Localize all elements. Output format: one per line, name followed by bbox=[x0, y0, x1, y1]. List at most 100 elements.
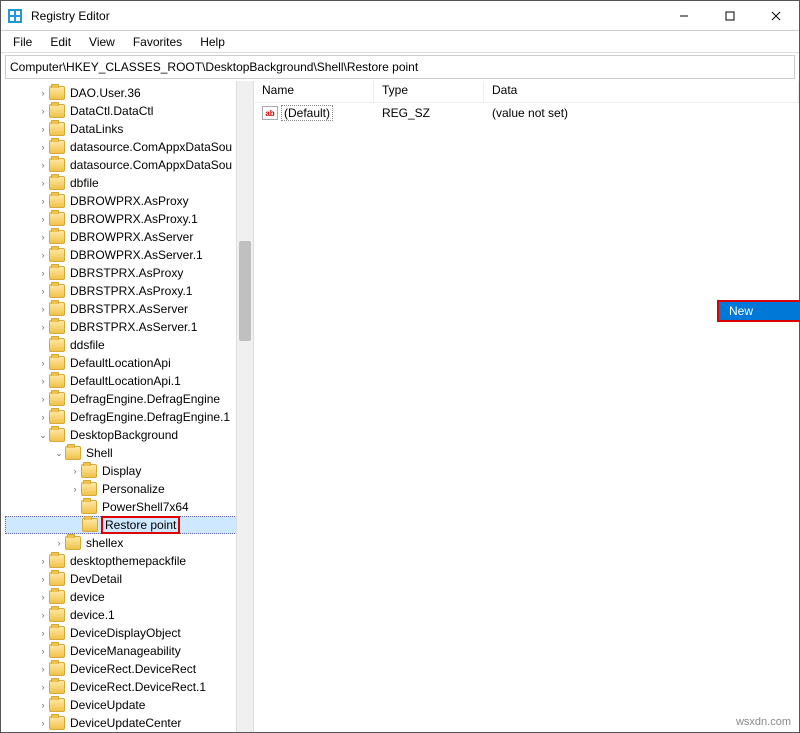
folder-icon bbox=[49, 644, 65, 658]
tree-item[interactable]: ›DeviceDisplayObject bbox=[5, 624, 253, 642]
expand-chevron-icon[interactable]: › bbox=[37, 412, 49, 422]
menu-favorites[interactable]: Favorites bbox=[125, 33, 190, 51]
tree-item-label: device.1 bbox=[68, 608, 117, 622]
tree-item-label: DBROWPRX.AsServer.1 bbox=[68, 248, 205, 262]
menu-file[interactable]: File bbox=[5, 33, 40, 51]
expand-chevron-icon[interactable]: › bbox=[37, 268, 49, 278]
tree-item[interactable]: ›datasource.ComAppxDataSou bbox=[5, 156, 253, 174]
tree-item-label: Display bbox=[100, 464, 143, 478]
expand-chevron-icon[interactable]: › bbox=[69, 484, 81, 494]
expand-chevron-icon[interactable]: › bbox=[53, 538, 65, 548]
expand-chevron-icon[interactable]: ⌄ bbox=[53, 448, 65, 459]
tree-item[interactable]: ›shellex bbox=[5, 534, 253, 552]
expand-chevron-icon[interactable]: › bbox=[37, 628, 49, 638]
expand-chevron-icon[interactable]: › bbox=[37, 610, 49, 620]
tree-item[interactable]: ›DeviceRect.DeviceRect.1 bbox=[5, 678, 253, 696]
tree-item[interactable]: ⌄DesktopBackground bbox=[5, 426, 253, 444]
folder-icon bbox=[49, 680, 65, 694]
expand-chevron-icon[interactable]: › bbox=[37, 394, 49, 404]
expand-chevron-icon[interactable]: › bbox=[37, 286, 49, 296]
expand-chevron-icon[interactable]: › bbox=[37, 646, 49, 656]
tree-item[interactable]: ›Personalize bbox=[5, 480, 253, 498]
tree-item[interactable]: PowerShell7x64 bbox=[5, 498, 253, 516]
tree-item[interactable]: ›DefragEngine.DefragEngine bbox=[5, 390, 253, 408]
tree-item[interactable]: ›datasource.ComAppxDataSou bbox=[5, 138, 253, 156]
tree-item[interactable]: › device.1 bbox=[5, 606, 253, 624]
expand-chevron-icon[interactable]: › bbox=[37, 214, 49, 224]
tree-item[interactable]: › DBROWPRX.AsServer.1 bbox=[5, 246, 253, 264]
tree-item[interactable]: ›DBROWPRX.AsServer bbox=[5, 228, 253, 246]
tree-item[interactable]: › DeviceUpdateCenter bbox=[5, 714, 253, 732]
expand-chevron-icon[interactable]: › bbox=[37, 232, 49, 242]
context-item-new[interactable]: New ▶ bbox=[717, 300, 800, 322]
folder-icon bbox=[49, 428, 65, 442]
tree-item-label: DBRSTPRX.AsProxy bbox=[68, 266, 185, 280]
tree-item[interactable]: Restore point bbox=[5, 516, 253, 534]
app-icon bbox=[1, 8, 29, 24]
expand-chevron-icon[interactable]: › bbox=[37, 178, 49, 188]
tree-item-label: DefaultLocationApi bbox=[68, 356, 173, 370]
address-bar[interactable]: Computer\HKEY_CLASSES_ROOT\DesktopBackgr… bbox=[5, 55, 795, 79]
tree-item[interactable]: › DefaultLocationApi bbox=[5, 354, 253, 372]
folder-icon bbox=[81, 482, 97, 496]
expand-chevron-icon[interactable]: › bbox=[37, 682, 49, 692]
expand-chevron-icon[interactable]: › bbox=[37, 88, 49, 98]
column-name[interactable]: Name bbox=[254, 81, 374, 102]
expand-chevron-icon[interactable]: › bbox=[37, 304, 49, 314]
tree-item[interactable]: ›DBRSTPRX.AsServer bbox=[5, 300, 253, 318]
tree-item[interactable]: ›DevDetail bbox=[5, 570, 253, 588]
menu-help[interactable]: Help bbox=[192, 33, 233, 51]
tree-item[interactable]: ›DataCtl.DataCtl bbox=[5, 102, 253, 120]
expand-chevron-icon[interactable]: › bbox=[37, 322, 49, 332]
expand-chevron-icon[interactable]: ⌄ bbox=[37, 430, 49, 441]
tree-item[interactable]: ›device bbox=[5, 588, 253, 606]
registry-tree[interactable]: ›DAO.User.36›DataCtl.DataCtl›DataLinks›d… bbox=[1, 81, 253, 732]
tree-item[interactable]: › DefaultLocationApi.1 bbox=[5, 372, 253, 390]
scrollbar-thumb[interactable] bbox=[239, 241, 251, 341]
folder-icon bbox=[49, 320, 65, 334]
list-row[interactable]: ab (Default) REG_SZ (value not set) bbox=[254, 103, 799, 123]
close-button[interactable] bbox=[753, 1, 799, 31]
tree-item[interactable]: ›DeviceUpdate bbox=[5, 696, 253, 714]
maximize-button[interactable] bbox=[707, 1, 753, 31]
tree-item[interactable]: ›DefragEngine.DefragEngine.1 bbox=[5, 408, 253, 426]
tree-item[interactable]: ›DeviceRect.DeviceRect bbox=[5, 660, 253, 678]
expand-chevron-icon[interactable]: › bbox=[37, 376, 49, 386]
tree-item[interactable]: › Display bbox=[5, 462, 253, 480]
tree-item[interactable]: ›DBROWPRX.AsProxy.1 bbox=[5, 210, 253, 228]
expand-chevron-icon[interactable]: › bbox=[37, 106, 49, 116]
menu-view[interactable]: View bbox=[81, 33, 123, 51]
tree-item[interactable]: ›DAO.User.36 bbox=[5, 84, 253, 102]
expand-chevron-icon[interactable]: › bbox=[69, 466, 81, 476]
tree-item[interactable]: ›desktopthemepackfile bbox=[5, 552, 253, 570]
expand-chevron-icon[interactable]: › bbox=[37, 592, 49, 602]
expand-chevron-icon[interactable]: › bbox=[37, 124, 49, 134]
column-type[interactable]: Type bbox=[374, 81, 484, 102]
minimize-button[interactable] bbox=[661, 1, 707, 31]
tree-item-label: DeviceUpdateCenter bbox=[68, 716, 183, 730]
expand-chevron-icon[interactable]: › bbox=[37, 250, 49, 260]
expand-chevron-icon[interactable]: › bbox=[37, 358, 49, 368]
expand-chevron-icon[interactable]: › bbox=[37, 160, 49, 170]
expand-chevron-icon[interactable]: › bbox=[37, 718, 49, 728]
tree-item-label: PowerShell7x64 bbox=[100, 500, 191, 514]
tree-item[interactable]: ›DataLinks bbox=[5, 120, 253, 138]
tree-item-label: DefaultLocationApi.1 bbox=[68, 374, 183, 388]
tree-item[interactable]: ›dbfile bbox=[5, 174, 253, 192]
tree-item[interactable]: ddsfile bbox=[5, 336, 253, 354]
tree-item[interactable]: ⌄Shell bbox=[5, 444, 253, 462]
expand-chevron-icon[interactable]: › bbox=[37, 574, 49, 584]
tree-item[interactable]: ›DBRSTPRX.AsProxy.1 bbox=[5, 282, 253, 300]
tree-item[interactable]: ›DBROWPRX.AsProxy bbox=[5, 192, 253, 210]
expand-chevron-icon[interactable]: › bbox=[37, 196, 49, 206]
expand-chevron-icon[interactable]: › bbox=[37, 556, 49, 566]
tree-item[interactable]: › DBRSTPRX.AsProxy bbox=[5, 264, 253, 282]
column-data[interactable]: Data bbox=[484, 81, 799, 102]
expand-chevron-icon[interactable]: › bbox=[37, 700, 49, 710]
expand-chevron-icon[interactable]: › bbox=[37, 664, 49, 674]
expand-chevron-icon[interactable]: › bbox=[37, 142, 49, 152]
menu-edit[interactable]: Edit bbox=[42, 33, 79, 51]
tree-item[interactable]: ›DBRSTPRX.AsServer.1 bbox=[5, 318, 253, 336]
tree-item[interactable]: ›DeviceManageability bbox=[5, 642, 253, 660]
tree-scrollbar[interactable] bbox=[236, 81, 253, 732]
